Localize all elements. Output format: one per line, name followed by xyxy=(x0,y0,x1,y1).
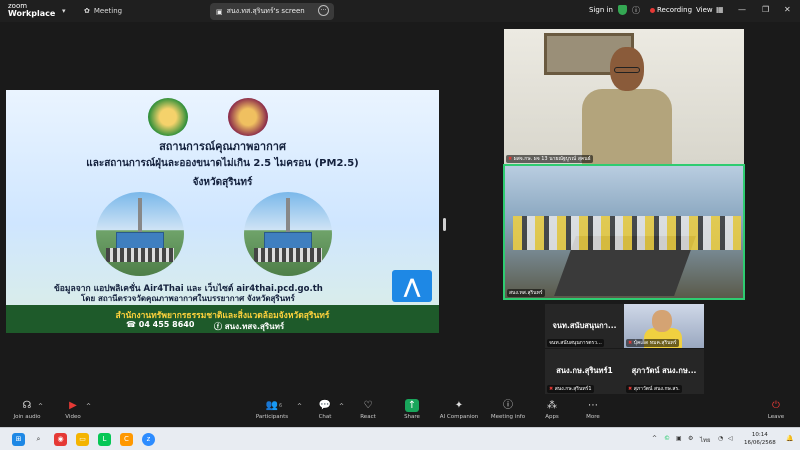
apps-icon: ⁂ xyxy=(547,400,557,411)
language-indicator[interactable]: ไทย xyxy=(700,435,711,445)
tab-meeting[interactable]: ✿ Meeting xyxy=(84,4,122,18)
video-tile[interactable]: สนง.กษ.สุรินทร์1 ✖ สนง.กษ.สุรินทร์1 xyxy=(545,349,624,394)
file-explorer-icon[interactable]: ▭ xyxy=(76,433,89,446)
share-button[interactable]: ↑ Share xyxy=(400,399,424,420)
slide-province: จังหวัดสุรินทร์ xyxy=(192,177,253,188)
system-clock[interactable]: 10:14 16/06/2568 xyxy=(744,431,776,447)
zoom-taskbar-icon[interactable]: z xyxy=(142,433,155,446)
resize-handle[interactable] xyxy=(443,218,446,231)
muted-mic-icon: ✖ xyxy=(628,340,633,346)
leave-button[interactable]: ⏻ Leave xyxy=(764,399,788,420)
close-icon[interactable]: ✕ xyxy=(784,5,791,14)
chat-button[interactable]: 💬 Chat xyxy=(314,399,336,420)
line-app-icon[interactable]: L xyxy=(98,433,111,446)
participant-name: ✖ บุ้คเอ็ด ทมค.สุรินทร์ xyxy=(626,339,679,347)
apps-button[interactable]: ⁂ Apps xyxy=(540,399,564,420)
video-tile[interactable]: จนท.สนับสนุนกา... จนท.สนับสนุนการตรว... xyxy=(545,304,624,348)
footer-phone: ☎ 04 455 8640 xyxy=(126,320,195,329)
slide-subtitle: และสถานการณ์ฝุ่นละอองขนาดไม่เกิน 2.5 ไมค… xyxy=(86,158,359,169)
participant-name: สนง.ทส.สุรินทร์ xyxy=(507,289,545,297)
province-seal-logo xyxy=(148,98,188,136)
heart-icon: ♡ xyxy=(363,400,373,411)
tray-app-icon[interactable]: ⚙ xyxy=(688,435,693,442)
footer-facebook: ⓕ สนง.ทสจ.สุรินทร์ xyxy=(214,322,285,331)
slide-title: สถานการณ์คุณภาพอากาศ xyxy=(159,140,286,153)
participant-name: ✖ ผสจ.กษ. ผจ 13 นายณัฐบูรณ์ สุคนธ์ xyxy=(506,155,593,163)
video-tile[interactable]: สุภาวัตน์ สนง.กษ... ✖ สุภาวัตน์ สนง.กษ.ส… xyxy=(624,349,704,394)
meeting-info-button[interactable]: ⓘ Meeting info xyxy=(490,399,526,420)
more-button[interactable]: ⋯ More xyxy=(580,399,606,420)
participants-button[interactable]: 👥 Participants 6 xyxy=(252,399,292,420)
tray-app-icon[interactable]: ▣ xyxy=(676,435,682,442)
tray-app-icon[interactable]: © xyxy=(664,435,670,442)
notification-icon[interactable]: 🔔 xyxy=(786,435,793,442)
participant-display-name: สนง.กษ.สุรินทร์1 xyxy=(556,366,613,375)
windows-start-icon[interactable]: ⊞ xyxy=(12,433,25,446)
grid-icon[interactable]: ▦ xyxy=(716,5,724,14)
screen-icon: ▣ xyxy=(216,7,223,16)
recording-status[interactable]: Recording xyxy=(657,6,692,14)
ai-companion-button[interactable]: ✦ AI Companion xyxy=(438,399,480,420)
air4thai-logo: ⋀ xyxy=(392,270,432,302)
muted-mic-icon: ✖ xyxy=(549,386,554,392)
slide-source-line: โดย สถานีตรวจวัดคุณภาพอากาศในบรรยากาศ จั… xyxy=(81,294,295,303)
info-icon[interactable]: ⓘ xyxy=(632,5,640,16)
video-tile-active-speaker[interactable]: สนง.ทส.สุรินทร์ xyxy=(503,164,745,300)
chevron-up-icon[interactable]: ^ xyxy=(86,403,91,410)
sparkle-icon: ✦ xyxy=(454,400,464,411)
participant-name: จนท.สนับสนุนการตรว... xyxy=(547,339,604,347)
shared-screen: สถานการณ์คุณภาพอากาศ และสถานการณ์ฝุ่นละอ… xyxy=(6,90,439,333)
wifi-icon[interactable]: ◔ xyxy=(718,435,723,442)
video-tile[interactable]: ✖ ผสจ.กษ. ผจ 13 นายณัฐบูรณ์ สุคนธ์ xyxy=(504,29,744,164)
more-icon[interactable]: ··· xyxy=(318,5,329,16)
more-icon: ⋯ xyxy=(588,400,598,411)
search-icon[interactable]: ⌕ xyxy=(32,433,45,446)
headphones-icon: ☊ xyxy=(22,400,32,411)
restore-icon[interactable]: ❐ xyxy=(762,5,769,14)
view-button[interactable]: View xyxy=(696,6,713,14)
participant-display-name: จนท.สนับสนุนกา... xyxy=(552,321,617,330)
video-button[interactable]: ▶ Video xyxy=(60,399,86,420)
share-arrow-icon: ↑ xyxy=(405,399,419,412)
muted-mic-icon: ✖ xyxy=(508,156,513,162)
react-button[interactable]: ♡ React xyxy=(356,399,380,420)
muted-mic-icon: ✖ xyxy=(628,386,633,392)
chevron-up-icon[interactable]: ^ xyxy=(339,403,344,410)
app-icon[interactable]: C xyxy=(120,433,133,446)
participant-display-name: สุภาวัตน์ สนง.กษ... xyxy=(631,366,697,375)
participant-name: ✖ สุภาวัตน์ สนง.กษ.สร. xyxy=(626,385,682,393)
chevron-up-icon[interactable]: ^ xyxy=(652,435,657,442)
video-tile[interactable]: ✖ บุ้คเอ็ด ทมค.สุรินทร์ xyxy=(624,304,704,348)
windows-taskbar: ⊞ ⌕ ◉ ▭ L C z ^ © ▣ ⚙ ไทย ◔ ◁ 10:14 16/0… xyxy=(0,427,800,450)
info-icon: ⓘ xyxy=(503,400,513,411)
tab-shared-screen[interactable]: ▣ สนง.ทส.สุรินทร์'s screen ··· xyxy=(210,3,334,20)
chevron-up-icon[interactable]: ^ xyxy=(38,403,43,410)
sign-in-button[interactable]: Sign in xyxy=(589,6,613,14)
chrome-icon[interactable]: ◉ xyxy=(54,433,67,446)
chat-icon: 💬 xyxy=(318,400,332,411)
agency-seal-logo xyxy=(228,98,268,136)
leave-icon: ⏻ xyxy=(772,400,780,411)
slide-footer: สำนักงานทรัพยากรธรรมชาติและสิ่งแวดล้อมจั… xyxy=(6,305,439,333)
station-photo xyxy=(244,192,332,276)
participant-name: ✖ สนง.กษ.สุรินทร์1 xyxy=(547,385,594,393)
recording-dot-icon xyxy=(650,8,655,13)
participants-icon: 👥 xyxy=(265,400,279,411)
video-off-icon: ▶ xyxy=(69,400,77,411)
shield-icon[interactable] xyxy=(618,5,627,15)
title-bar: zoom Workplace ▾ ✿ Meeting ▣ สนง.ทส.สุริ… xyxy=(0,0,800,22)
chevron-down-icon[interactable]: ▾ xyxy=(62,7,66,15)
meeting-toolbar: ☊ Join audio ^ ▶ Video ^ 👥 Participants 6 ^… xyxy=(0,397,800,427)
paw-icon: ✿ xyxy=(84,7,90,15)
station-photo xyxy=(96,192,184,276)
chevron-up-icon[interactable]: ^ xyxy=(297,403,302,410)
zoom-logo: zoom Workplace xyxy=(8,2,56,18)
speaker-icon[interactable]: ◁ xyxy=(728,435,733,442)
minimize-icon[interactable]: — xyxy=(738,5,746,14)
